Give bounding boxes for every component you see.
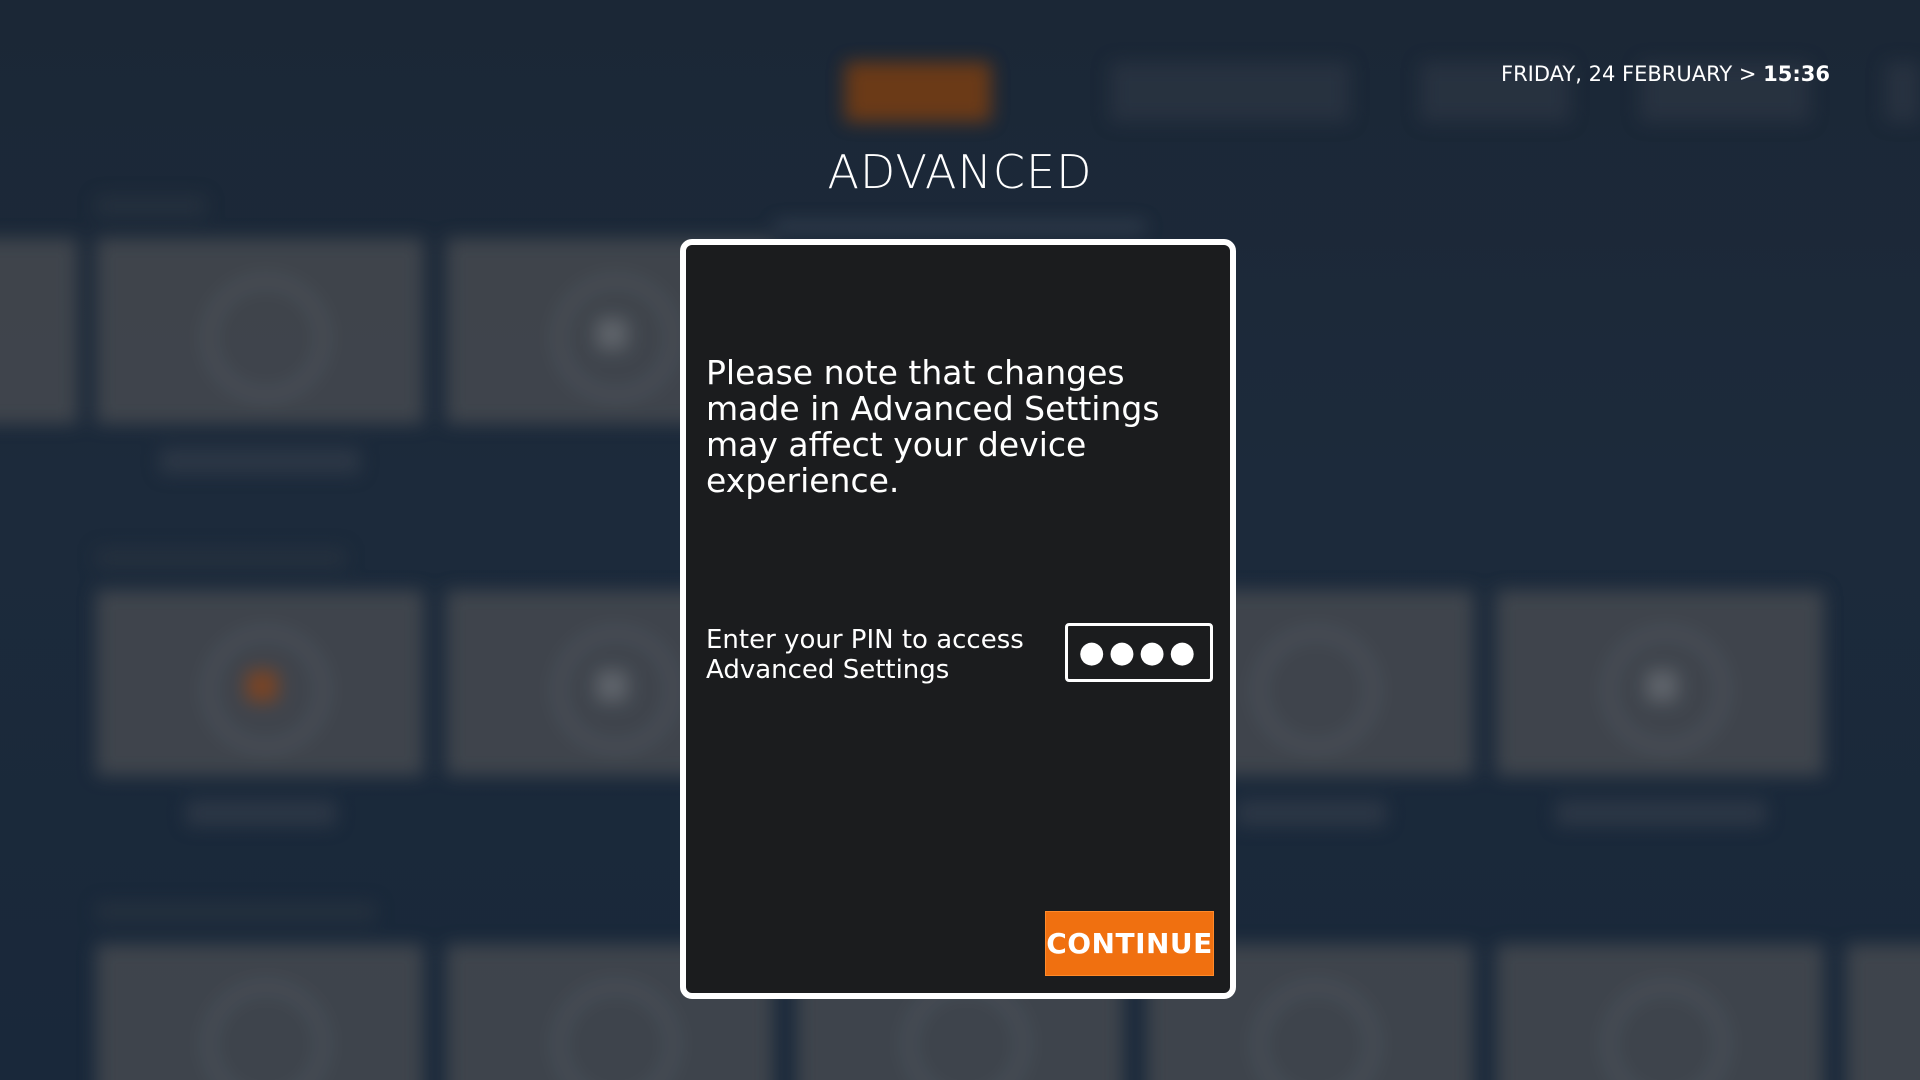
- warning-message: Please note that changes made in Advance…: [706, 353, 1160, 500]
- date-time-separator: >: [1738, 62, 1757, 86]
- settings-ring-icon: [206, 278, 326, 398]
- pin-input[interactable]: ●●●●: [1065, 623, 1213, 682]
- background-tile: [1846, 944, 1920, 1080]
- background-section-label: [96, 902, 376, 922]
- accessibility-icon: [1256, 630, 1376, 750]
- background-nav-active: [845, 62, 992, 122]
- pin-dialog: Please note that changes made in Advance…: [680, 239, 1236, 999]
- dial-center-icon: [596, 318, 628, 350]
- background-nav-item: [1110, 62, 1350, 122]
- tv-center-icon: [1646, 670, 1678, 702]
- background-ring-icon: [556, 984, 676, 1080]
- settings-screen: FRIDAY, 24 FEBRUARY > 15:36 ADVANCED Ple…: [0, 0, 1920, 1080]
- background-tile: [96, 944, 424, 1080]
- pin-label: Enter your PIN to access Advanced Settin…: [706, 625, 1024, 685]
- background-tile: [96, 590, 424, 776]
- background-tile: [96, 238, 424, 424]
- background-caption: [160, 448, 360, 474]
- background-ring-icon: [1256, 984, 1376, 1080]
- background-caption: [1236, 800, 1386, 826]
- background-section-label: [96, 196, 206, 216]
- background-tile: [1496, 944, 1824, 1080]
- time-text: 15:36: [1763, 62, 1830, 86]
- info-icon: [206, 984, 326, 1080]
- background-nav-item: [1885, 62, 1920, 122]
- background-selector: [775, 222, 1145, 232]
- background-ring-icon: [1606, 984, 1726, 1080]
- continue-button[interactable]: CONTINUE: [1045, 911, 1214, 976]
- camera-center-icon: [596, 670, 628, 702]
- background-tile: [0, 238, 78, 424]
- date-time: FRIDAY, 24 FEBRUARY > 15:36: [1501, 62, 1830, 86]
- record-center-icon: [246, 670, 278, 702]
- date-text: FRIDAY, 24 FEBRUARY: [1501, 62, 1733, 86]
- page-title: ADVANCED: [827, 145, 1093, 199]
- background-tile: [1496, 590, 1824, 776]
- background-caption: [1556, 800, 1766, 826]
- background-caption: [186, 800, 336, 826]
- background-section-label: [96, 548, 346, 568]
